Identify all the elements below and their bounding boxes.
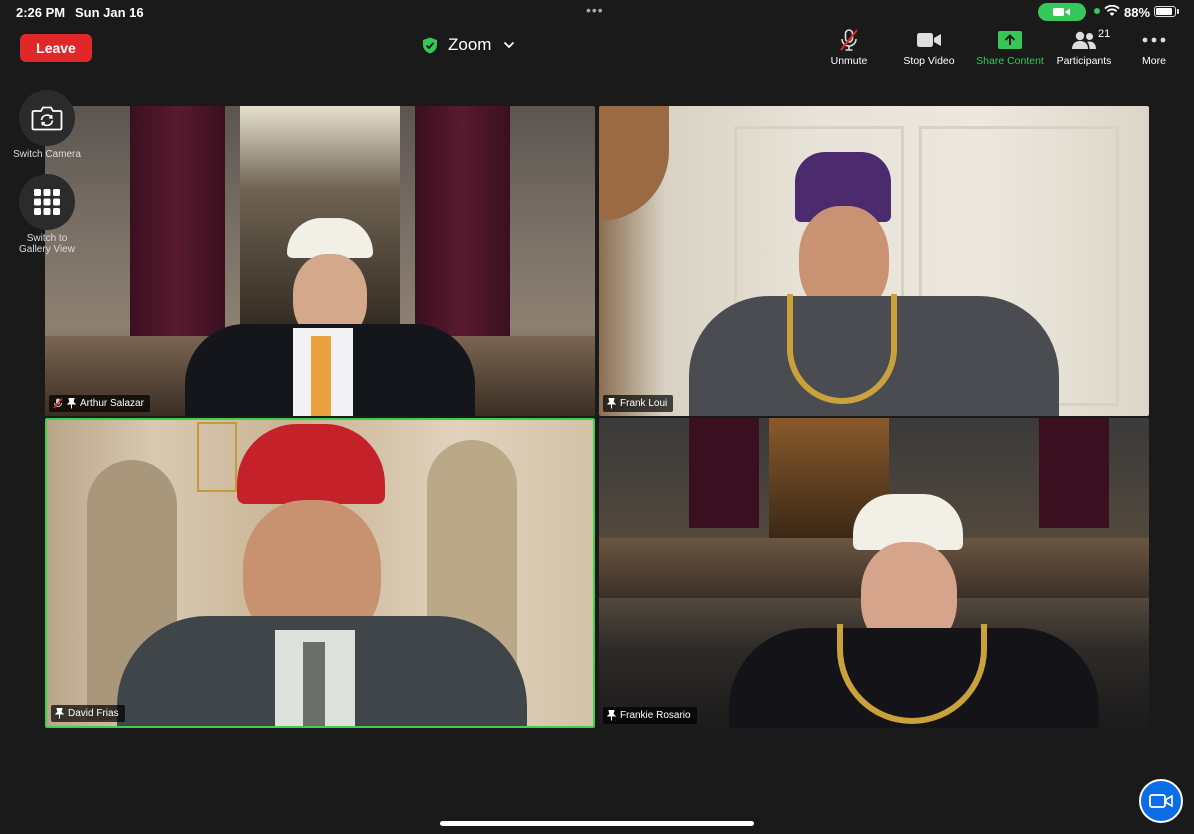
participant-name: Frank Loui [620,398,668,409]
multitasking-dots-icon[interactable]: ••• [586,2,604,18]
battery-cap [1177,9,1179,14]
curtain-left [689,418,759,528]
video-camera-icon [1149,794,1173,808]
status-date: Sun Jan 16 [75,5,144,20]
wall-arch [599,106,669,221]
pin-icon [55,708,64,719]
participant-name: Frankie Rosario [620,710,691,721]
wifi-icon [1104,5,1120,16]
gallery-view-circle [19,174,75,230]
leave-button[interactable]: Leave [20,34,92,62]
hanging-lantern [197,422,237,492]
name-tag-frankie-rosario: Frankie Rosario [603,707,697,724]
privacy-dot-icon [1094,8,1100,14]
more-button[interactable]: More [1111,28,1194,72]
battery-fill [1156,8,1172,15]
switch-camera-circle [19,90,75,146]
more-dots-icon [1142,37,1166,43]
curtain-right [415,106,510,336]
status-time: 2:26 PM [16,5,66,20]
pin-icon [607,710,616,721]
status-bar: 2:26 PM Sun Jan 16 ••• 88% [0,0,1194,24]
unmute-button[interactable]: Unmute [806,28,892,72]
participants-count-badge: 21 [1098,28,1111,40]
microphone-muted-icon [840,29,858,51]
share-upload-icon [998,31,1022,49]
gold-collar-chain [787,294,897,404]
unmute-label: Unmute [830,55,868,67]
video-tile-david-frias[interactable]: David Frias [45,418,595,728]
curtain-left [130,106,225,336]
more-label: More [1142,55,1166,67]
microphone-muted-icon [53,398,63,409]
grid-icon [34,189,60,215]
name-tag-david-frias: David Frias [51,705,125,722]
gallery-view-label: Switch to Gallery View [19,233,75,255]
switch-camera-button[interactable]: Switch Camera [8,90,86,160]
floating-video-button[interactable] [1139,779,1183,823]
red-fez [237,424,385,504]
video-tile-frank-loui[interactable]: Frank Loui [599,106,1149,416]
battery-icon [1154,6,1176,17]
participant-name: Arthur Salazar [80,398,144,409]
pin-icon [67,398,76,409]
home-indicator[interactable] [440,821,754,826]
battery-percent: 88% [1124,5,1151,20]
curtain-right [1039,418,1109,528]
shield-check-icon [423,37,437,53]
video-tile-arthur-salazar[interactable]: Arthur Salazar [45,106,595,416]
switch-to-gallery-view-button[interactable]: Switch to Gallery View [8,174,86,255]
switch-camera-label: Switch Camera [13,149,81,160]
camera-rotate-icon [31,106,63,131]
chevron-down-icon [504,41,515,49]
video-tile-frankie-rosario[interactable]: Frankie Rosario [599,418,1149,728]
name-tag-frank-loui: Frank Loui [603,395,674,412]
video-camera-icon [917,33,941,47]
stop-video-button[interactable]: Stop Video [886,28,972,72]
pin-icon [607,398,616,409]
participant-name: David Frias [68,708,119,719]
stop-video-label: Stop Video [903,55,955,67]
name-tag-arthur-salazar: Arthur Salazar [49,395,150,412]
tie [303,642,325,726]
camera-in-use-indicator [1038,3,1086,21]
meeting-title-dropdown[interactable]: Zoom [422,34,515,56]
orange-tie [311,336,331,416]
meeting-title: Zoom [448,35,492,54]
participants-icon [1072,31,1096,49]
